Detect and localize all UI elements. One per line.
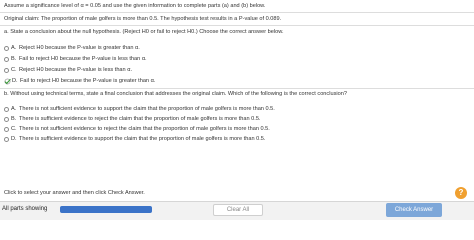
- option-text: There is sufficient evidence to support …: [19, 136, 266, 142]
- part-a-option-a[interactable]: A. Reject H0 because the P-value is grea…: [4, 45, 140, 52]
- radio-icon[interactable]: [4, 46, 9, 51]
- option-text: There is not sufficient evidence to supp…: [19, 106, 275, 112]
- selected-check-icon[interactable]: [4, 78, 11, 85]
- part-b-option-a[interactable]: A. There is not sufficient evidence to s…: [4, 106, 275, 113]
- divider: [0, 25, 474, 26]
- option-letter: B.: [11, 116, 17, 122]
- option-text: Fail to reject H0 because the P-value is…: [19, 56, 147, 62]
- option-letter: A.: [11, 45, 17, 51]
- radio-icon[interactable]: [4, 127, 9, 132]
- radio-icon[interactable]: [4, 137, 9, 142]
- radio-icon[interactable]: [4, 117, 9, 122]
- part-a-option-d[interactable]: D. Fail to reject H0 because the P-value…: [4, 78, 155, 85]
- option-text: Reject H0 because the P-value is less th…: [19, 67, 132, 73]
- part-a-option-b[interactable]: B. Fail to reject H0 because the P-value…: [4, 56, 147, 63]
- option-text: There is not sufficient evidence to reje…: [19, 126, 270, 132]
- help-icon[interactable]: ?: [455, 187, 467, 199]
- option-letter: D.: [11, 136, 17, 142]
- check-answer-button[interactable]: Check Answer: [386, 203, 442, 217]
- divider: [0, 12, 474, 13]
- option-text: Reject H0 because the P-value is greater…: [19, 45, 140, 51]
- option-letter: B.: [11, 56, 17, 62]
- progress-bar: [60, 206, 152, 213]
- part-a-question: a. State a conclusion about the null hyp…: [4, 29, 284, 35]
- all-parts-label: All parts showing: [2, 206, 48, 212]
- instruction-text: Click to select your answer and then cli…: [4, 190, 145, 196]
- part-b-option-b[interactable]: B. There is sufficient evidence to rejec…: [4, 116, 260, 123]
- radio-icon[interactable]: [4, 57, 9, 62]
- part-b-option-d[interactable]: D. There is sufficient evidence to suppo…: [4, 136, 265, 143]
- part-b-option-c[interactable]: C. There is not sufficient evidence to r…: [4, 126, 270, 133]
- divider: [0, 88, 474, 89]
- clear-all-button[interactable]: Clear All: [213, 204, 263, 216]
- option-letter: C.: [11, 67, 17, 73]
- radio-icon[interactable]: [4, 68, 9, 73]
- option-text: Fail to reject H0 because the P-value is…: [20, 78, 156, 84]
- part-b-question: b. Without using technical terms, state …: [4, 91, 347, 97]
- radio-icon[interactable]: [4, 107, 9, 112]
- intro-text: Assume a significance level of α = 0.05 …: [4, 3, 266, 9]
- option-letter: D.: [12, 78, 18, 84]
- option-text: There is sufficient evidence to reject t…: [19, 116, 261, 122]
- option-letter: C.: [11, 126, 17, 132]
- option-letter: A.: [11, 106, 17, 112]
- claim-text: Original claim: The proportion of male g…: [4, 16, 282, 22]
- part-a-option-c[interactable]: C. Reject H0 because the P-value is less…: [4, 67, 132, 74]
